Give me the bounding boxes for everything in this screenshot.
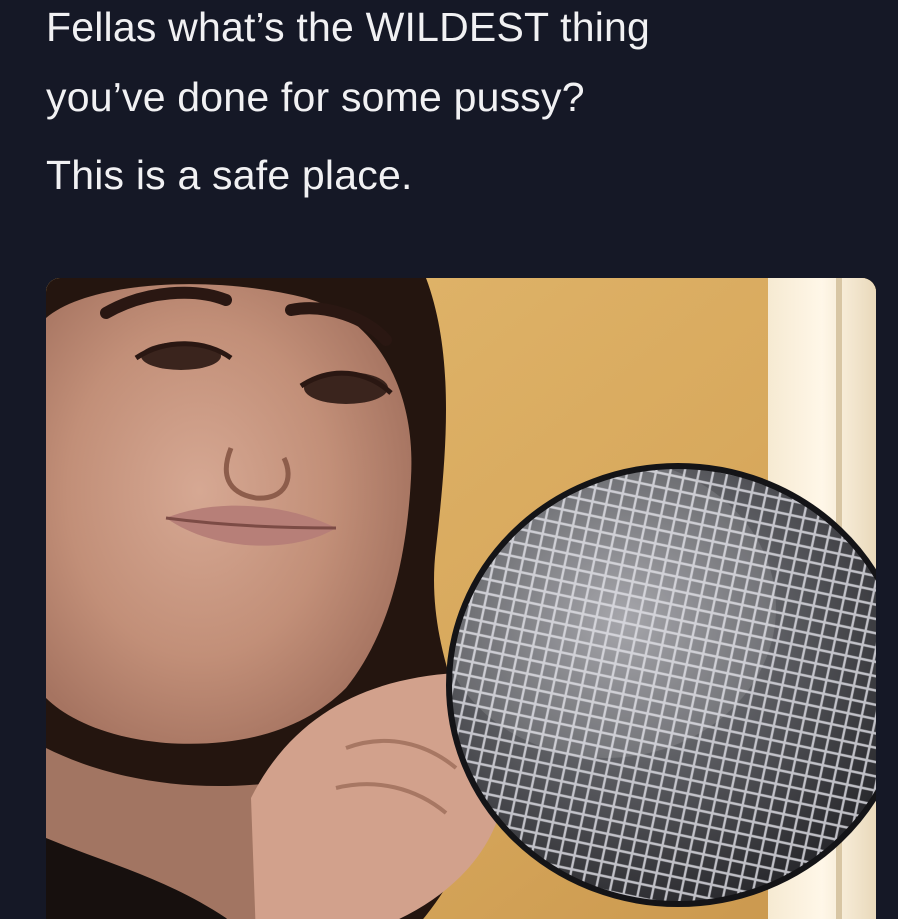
post-container: Fellas what’s the WILDEST thing you’ve d… xyxy=(0,0,898,919)
post-text-line-3: This is a safe place. xyxy=(46,152,413,198)
post-text-line-1: Fellas what’s the WILDEST thing xyxy=(46,4,651,50)
post-image[interactable] xyxy=(46,278,876,919)
microphone-selfie-photo xyxy=(46,278,876,919)
post-text: Fellas what’s the WILDEST thing you’ve d… xyxy=(46,0,866,210)
post-text-line-2: you’ve done for some pussy? xyxy=(46,74,585,120)
